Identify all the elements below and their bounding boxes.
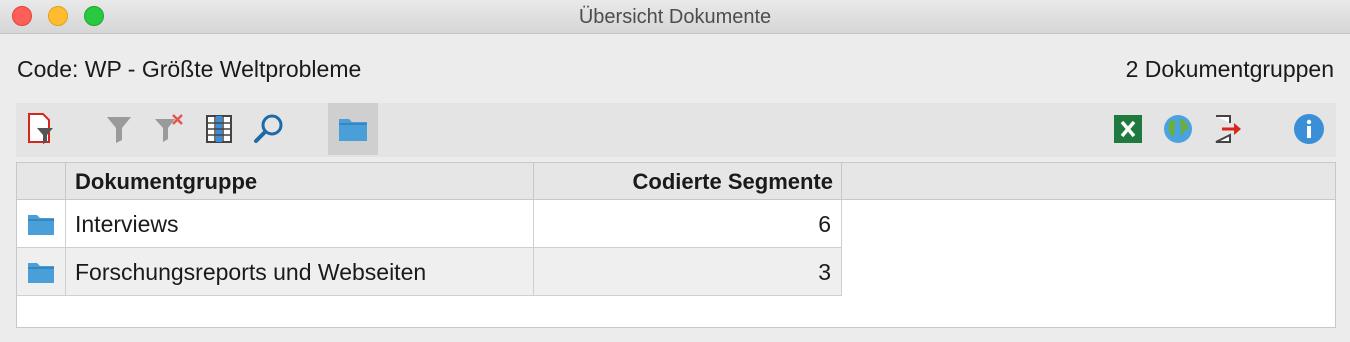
- window-title: Übersicht Dokumente: [578, 6, 772, 28]
- document-groups-button[interactable]: [328, 103, 378, 155]
- export-icon: [1215, 115, 1241, 143]
- table-row[interactable]: Forschungsreports und Webseiten 3: [17, 248, 842, 296]
- coded-segments-count: 6: [534, 200, 842, 248]
- filter-document-button[interactable]: [16, 103, 66, 155]
- info-icon: [1294, 114, 1324, 144]
- toolbar: [16, 103, 1336, 157]
- code-label: Code: WP - Größte Weltprobleme: [17, 56, 362, 82]
- columns-icon: [206, 115, 232, 143]
- row-icon-cell: [17, 200, 66, 248]
- info-button[interactable]: [1284, 103, 1334, 155]
- web-export-button[interactable]: [1153, 103, 1203, 155]
- document-groups-table: Dokumentgruppe Codierte Segmente Intervi…: [16, 162, 1336, 328]
- row-icon-cell: [17, 248, 66, 296]
- clear-filter-icon: [155, 114, 183, 142]
- clear-filter-button[interactable]: [144, 103, 194, 155]
- column-header-codierte-segmente[interactable]: Codierte Segmente: [534, 163, 842, 200]
- group-count: 2 Dokumentgruppen: [1125, 56, 1334, 82]
- export-button[interactable]: [1203, 103, 1253, 155]
- filter-button[interactable]: [94, 103, 144, 155]
- search-button[interactable]: [244, 103, 294, 155]
- document-group-name: Forschungsreports und Webseiten: [66, 248, 534, 296]
- web-export-icon: [1164, 115, 1192, 143]
- filter-document-icon: [28, 113, 53, 144]
- columns-button[interactable]: [194, 103, 244, 155]
- document-group-name: Interviews: [66, 200, 534, 248]
- header-filler: [842, 163, 1335, 200]
- folder-icon: [28, 214, 54, 235]
- table-row[interactable]: Interviews 6: [17, 200, 842, 248]
- excel-export-button[interactable]: [1103, 103, 1153, 155]
- folder-icon: [28, 262, 54, 283]
- coded-segments-count: 3: [534, 248, 842, 296]
- filter-icon: [107, 117, 131, 143]
- title-bar: Übersicht Dokumente: [0, 0, 1350, 34]
- excel-export-icon: [1114, 115, 1142, 143]
- column-header-dokumentgruppe[interactable]: Dokumentgruppe: [66, 163, 534, 200]
- search-icon: [254, 114, 283, 143]
- icon-column-header: [17, 163, 66, 200]
- folder-icon: [339, 119, 367, 141]
